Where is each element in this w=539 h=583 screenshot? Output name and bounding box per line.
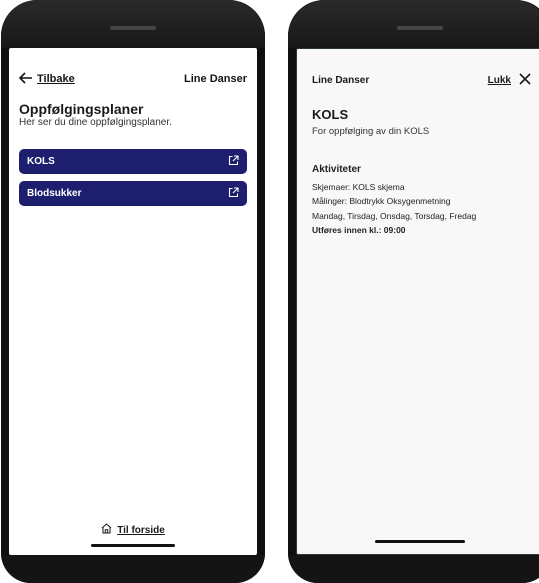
activity-deadline: Utføres innen kl.: 09:00 [312,225,406,235]
plan-subtitle: For oppfølging av din KOLS [312,126,430,137]
phone-frame-left: Tilbake Line Danser Oppfølgingsplaner He… [1,0,265,583]
home-link-label: Til forside [117,524,165,536]
plan-list: KOLS Blodsukker [19,149,247,206]
close-icon [519,73,531,88]
activity-schemas: Skjemaer: KOLS skjema [312,181,405,192]
page-subtitle: Her ser du dine oppfølgingsplaner. [19,117,172,128]
external-link-icon [228,154,239,169]
detail-top-bar: Line Danser Lukk [312,73,531,88]
plan-item-kols[interactable]: KOLS [19,149,247,174]
activity-days: Mandag, Tirsdag, Onsdag, Torsdag, Fredag [312,210,477,221]
top-bar: Tilbake Line Danser [18,70,247,88]
plans-screen: Tilbake Line Danser Oppfølgingsplaner He… [9,48,257,555]
external-link-icon [228,186,239,201]
plan-detail-screen: Line Danser Lukk KOLS For oppfølging av … [296,48,539,555]
activities-heading: Aktiviteter [312,164,361,175]
page-title: Oppfølgingsplaner [19,101,144,117]
activities-section: Aktiviteter Skjemaer: KOLS skjema Måling… [312,163,533,238]
back-button[interactable]: Tilbake [18,71,75,87]
plan-item-blodsukker[interactable]: Blodsukker [19,181,247,206]
back-label: Tilbake [37,73,75,85]
home-icon [101,523,112,537]
home-indicator[interactable] [91,544,175,547]
plan-item-label: KOLS [27,156,55,167]
phone-top-bezel [1,0,265,48]
phone-frame-right: Line Danser Lukk KOLS For oppfølging av … [288,0,539,583]
phone-chin [1,555,265,583]
activity-measurements: Målinger: Blodtrykk Oksygenmetning [312,196,451,206]
home-indicator[interactable] [375,540,465,543]
close-button[interactable]: Lukk [488,73,531,88]
arrow-left-icon [18,71,33,87]
speaker-grille [110,26,156,30]
plan-title: KOLS [312,107,349,122]
close-label: Lukk [487,75,511,86]
user-name: Line Danser [184,73,247,85]
home-link[interactable]: Til forside [9,523,257,537]
plan-item-label: Blodsukker [27,188,82,199]
phone-chin [288,555,539,583]
user-name: Line Danser [312,75,370,86]
speaker-grille [397,26,443,30]
phone-top-bezel [288,0,539,48]
